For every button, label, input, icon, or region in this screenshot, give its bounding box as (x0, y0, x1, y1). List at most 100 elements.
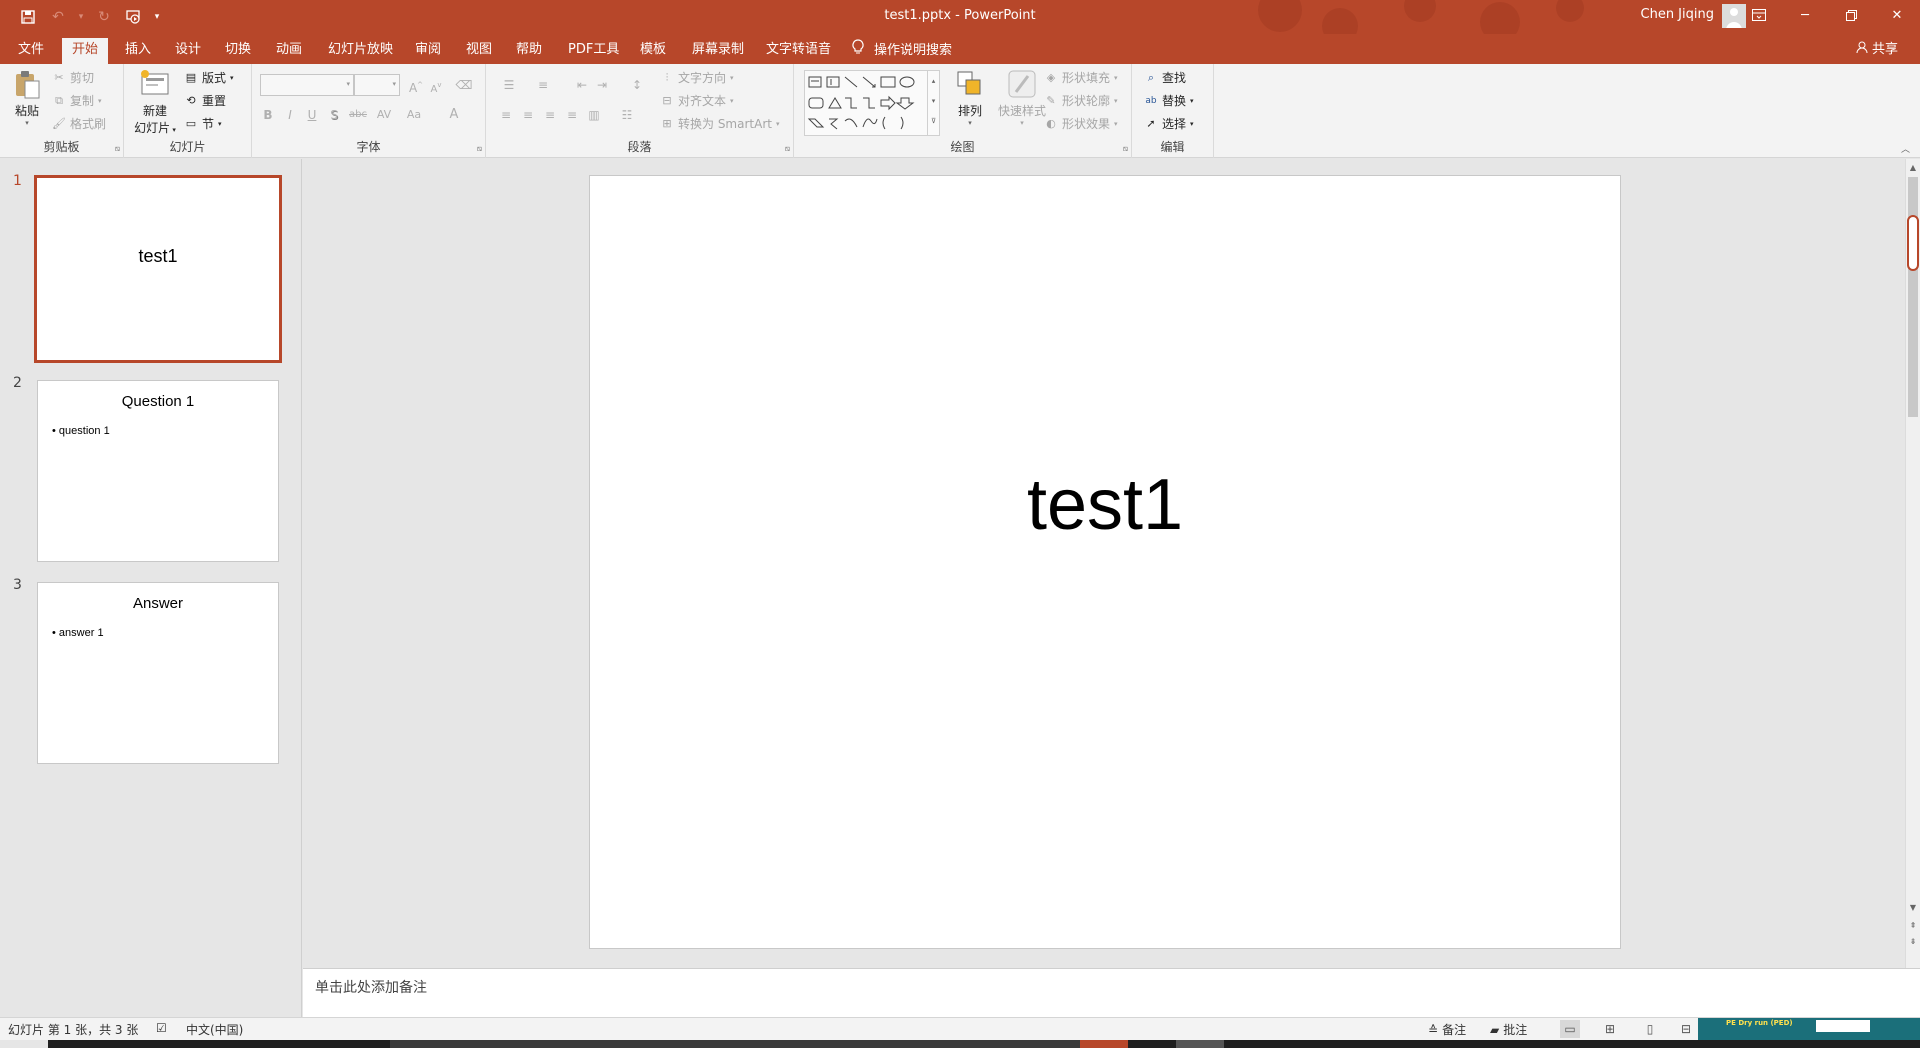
grow-font-icon[interactable]: A^ (406, 75, 426, 95)
font-size-combo[interactable]: ▾ (354, 74, 400, 96)
arrange-button[interactable]: 排列 ▾ (948, 68, 992, 127)
start-from-beginning-icon[interactable] (120, 5, 148, 29)
line-spacing-icon[interactable]: ↕ (624, 75, 650, 95)
user-name[interactable]: Chen Jiqing (1641, 7, 1715, 22)
justify-icon[interactable]: ≡ (562, 105, 582, 125)
notes-placeholder[interactable]: 单击此处添加备注 (315, 977, 427, 997)
copy-button[interactable]: ⧉ 复制 ▾ (52, 91, 102, 111)
format-painter-button[interactable]: 🖌 格式刷 (52, 114, 106, 134)
current-slide[interactable]: test1 (589, 175, 1621, 949)
scrollbar-thumb[interactable] (1908, 177, 1918, 417)
italic-button[interactable]: I (280, 105, 300, 125)
select-button[interactable]: ➚ 选择 ▾ (1144, 114, 1193, 134)
cut-button[interactable]: ✂ 剪切 (52, 68, 94, 88)
copy-dropdown-icon[interactable]: ▾ (98, 91, 102, 111)
comments-toggle[interactable]: ▰ 批注 (1490, 1021, 1527, 1038)
next-slide-icon[interactable]: ⇟ (1906, 935, 1920, 949)
align-center-icon[interactable]: ≡ (518, 105, 538, 125)
shape-effects-button[interactable]: ◐ 形状效果 ▾ (1044, 114, 1117, 134)
find-button[interactable]: ⌕ 查找 (1144, 68, 1186, 88)
shrink-font-icon[interactable]: Av (426, 75, 446, 95)
tab-review[interactable]: 审阅 (405, 38, 451, 64)
customize-qat-icon[interactable]: ▾ (150, 5, 164, 29)
close-icon[interactable]: ✕ (1874, 0, 1920, 30)
tab-view[interactable]: 视图 (456, 38, 502, 64)
tab-file[interactable]: 文件 (8, 38, 54, 64)
section-button[interactable]: ▭ 节 ▾ (184, 114, 222, 134)
undo-dropdown-icon[interactable]: ▾ (74, 5, 88, 29)
accessibility-icon[interactable]: ☑ (156, 1021, 167, 1035)
slide-thumbnail-1[interactable]: test1 (34, 175, 282, 363)
strikethrough-button[interactable]: abc (346, 105, 370, 125)
paragraph-launcher-icon[interactable]: ⧅ (785, 144, 790, 154)
paste-dropdown-icon[interactable]: ▾ (6, 119, 48, 127)
convert-smartart-button[interactable]: ⊞ 转换为 SmartArt ▾ (660, 114, 779, 134)
clipboard-launcher-icon[interactable]: ⧅ (115, 144, 120, 154)
quick-styles-button[interactable]: 快速样式 ▾ (996, 68, 1048, 127)
align-text-button[interactable]: ⊟ 对齐文本 ▾ (660, 91, 733, 111)
columns-icon[interactable]: ▥ (584, 105, 604, 125)
scroll-down-icon[interactable]: ▼ (1906, 901, 1920, 915)
tab-animations[interactable]: 动画 (266, 38, 312, 64)
tab-design[interactable]: 设计 (165, 38, 211, 64)
slide-sorter-view-icon[interactable]: ⊞ (1600, 1020, 1620, 1038)
slide-thumbnail-2[interactable]: Question 1 • question 1 (37, 380, 279, 562)
decrease-indent-icon[interactable]: ⇤ (572, 75, 592, 95)
shapes-gallery[interactable]: ▴ ▾ ⊽ (804, 70, 940, 136)
tab-home[interactable]: 开始 (62, 38, 109, 64)
minimize-icon[interactable]: ─ (1782, 0, 1828, 30)
reset-button[interactable]: ⟲ 重置 (184, 91, 226, 111)
scroll-up-icon[interactable]: ▲ (1906, 161, 1920, 175)
collapse-ribbon-icon[interactable]: ︿ (1901, 142, 1910, 155)
reading-view-icon[interactable]: ▯ (1640, 1020, 1660, 1038)
normal-view-icon[interactable]: ▭ (1560, 1020, 1580, 1038)
restore-icon[interactable] (1828, 0, 1874, 30)
underline-button[interactable]: U (302, 105, 322, 125)
paste-button[interactable]: 粘贴 ▾ (6, 68, 48, 127)
numbering-icon[interactable]: ≡ (530, 75, 556, 95)
bold-button[interactable]: B (258, 105, 278, 125)
ribbon-display-options-icon[interactable] (1736, 0, 1782, 30)
redo-icon[interactable]: ↻ (90, 5, 118, 29)
tab-screen-recording[interactable]: 屏幕录制 (682, 38, 754, 64)
tab-help[interactable]: 帮助 (506, 38, 552, 64)
character-spacing-button[interactable]: AV (372, 105, 396, 125)
tab-pdf-tools[interactable]: PDF工具 (558, 38, 629, 64)
align-right-icon[interactable]: ≡ (540, 105, 560, 125)
shape-fill-button[interactable]: ◈ 形状填充 ▾ (1044, 68, 1118, 88)
tab-insert[interactable]: 插入 (115, 38, 161, 64)
shadow-button[interactable]: S (324, 105, 344, 125)
font-color-button[interactable]: A (444, 105, 464, 125)
tab-text-to-speech[interactable]: 文字转语音 (756, 38, 841, 64)
undo-icon[interactable]: ↶ (44, 5, 72, 29)
scroll-position-indicator[interactable] (1907, 215, 1919, 271)
text-columns-icon[interactable]: ☷ (614, 105, 640, 125)
layout-button[interactable]: ▤ 版式 ▾ (184, 68, 234, 88)
clear-formatting-icon[interactable]: ⌫ (454, 75, 474, 95)
text-direction-button[interactable]: ⫶ 文字方向 ▾ (660, 68, 734, 88)
bullets-icon[interactable]: ☰ (496, 75, 522, 95)
save-icon[interactable] (14, 5, 42, 29)
font-name-combo[interactable]: ▾ (260, 74, 354, 96)
align-left-icon[interactable]: ≡ (496, 105, 516, 125)
shape-outline-button[interactable]: ✎ 形状轮廓 ▾ (1044, 91, 1117, 111)
increase-indent-icon[interactable]: ⇥ (592, 75, 612, 95)
new-slide-button[interactable]: 新建 幻灯片 ▾ (132, 68, 178, 136)
tab-slideshow[interactable]: 幻灯片放映 (318, 38, 403, 64)
slide-title-placeholder[interactable]: test1 (590, 464, 1620, 546)
font-launcher-icon[interactable]: ⧅ (477, 144, 482, 154)
slideshow-view-icon[interactable]: ⊟ (1676, 1020, 1696, 1038)
notes-pane[interactable]: 单击此处添加备注 (303, 968, 1920, 1017)
tab-transitions[interactable]: 切换 (215, 38, 261, 64)
notes-toggle[interactable]: ≙ 备注 (1428, 1021, 1466, 1038)
slide-thumbnail-3[interactable]: Answer • answer 1 (37, 582, 279, 764)
drawing-launcher-icon[interactable]: ⧅ (1123, 144, 1128, 154)
vertical-scrollbar[interactable]: ▲ ▼ ⇞ ⇟ (1905, 159, 1920, 968)
share-button[interactable]: 共享 (1856, 38, 1898, 64)
shapes-gallery-scroll[interactable]: ▴ ▾ ⊽ (927, 71, 939, 135)
language-indicator[interactable]: 中文(中国) (186, 1021, 243, 1038)
tell-me-search[interactable]: 操作说明搜索 (852, 38, 952, 64)
previous-slide-icon[interactable]: ⇞ (1906, 919, 1920, 933)
replace-button[interactable]: ab 替换 ▾ (1144, 91, 1193, 111)
change-case-button[interactable]: Aa (402, 105, 426, 125)
